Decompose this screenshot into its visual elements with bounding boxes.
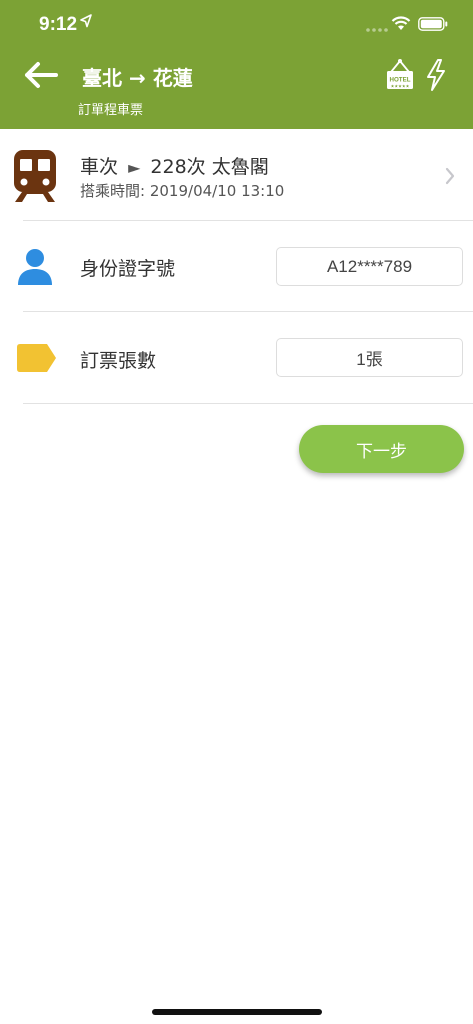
flash-icon[interactable] [424,58,448,92]
id-number-label: 身份證字號 [80,258,176,280]
chevron-right-icon[interactable] [444,166,456,186]
destination-station: 花蓮 [152,66,193,90]
home-indicator[interactable] [152,1009,322,1015]
back-arrow-icon[interactable] [22,60,60,90]
ticket-count-label: 訂票張數 [80,350,157,372]
route-title: 臺北 → 花蓮 [82,62,193,91]
app-header: 9:12 臺北 → 花蓮 訂單程車票 HOTEL ★★★★★ [0,0,473,129]
status-bar: 9:12 [0,0,473,50]
ride-time-label: 搭乘時間: [80,182,146,200]
train-prefix: 車次 [80,156,119,178]
person-icon [18,249,52,285]
train-number: 228次 [150,156,206,178]
ride-time: 搭乘時間: 2019/04/10 13:10 [80,180,284,201]
signal-icon [366,28,388,32]
train-line: 車次 ► 228次 太魯閣 [80,152,269,179]
id-number-field[interactable]: A12****789 [276,247,463,286]
next-step-button[interactable]: 下一步 [299,425,464,473]
origin-station: 臺北 [82,66,122,90]
ticket-count-field[interactable]: 1張 [276,338,463,377]
train-arrow: ► [128,158,141,177]
hotel-icon[interactable]: HOTEL ★★★★★ [385,58,415,92]
divider [23,403,473,404]
train-name: 太魯閣 [211,156,269,178]
status-time: 9:12 [39,14,78,35]
wifi-icon [391,16,411,30]
svg-text:★★★★★: ★★★★★ [391,84,410,89]
battery-icon [418,17,448,31]
train-icon [14,150,56,202]
hotel-sign-text: HOTEL [390,77,411,84]
page-subtitle: 訂單程車票 [78,103,144,118]
ride-time-value: 2019/04/10 13:10 [149,182,285,200]
route-arrow: → [128,66,146,90]
divider [23,220,473,221]
tag-icon [17,344,56,372]
divider [23,311,473,312]
location-arrow-icon [80,14,92,28]
